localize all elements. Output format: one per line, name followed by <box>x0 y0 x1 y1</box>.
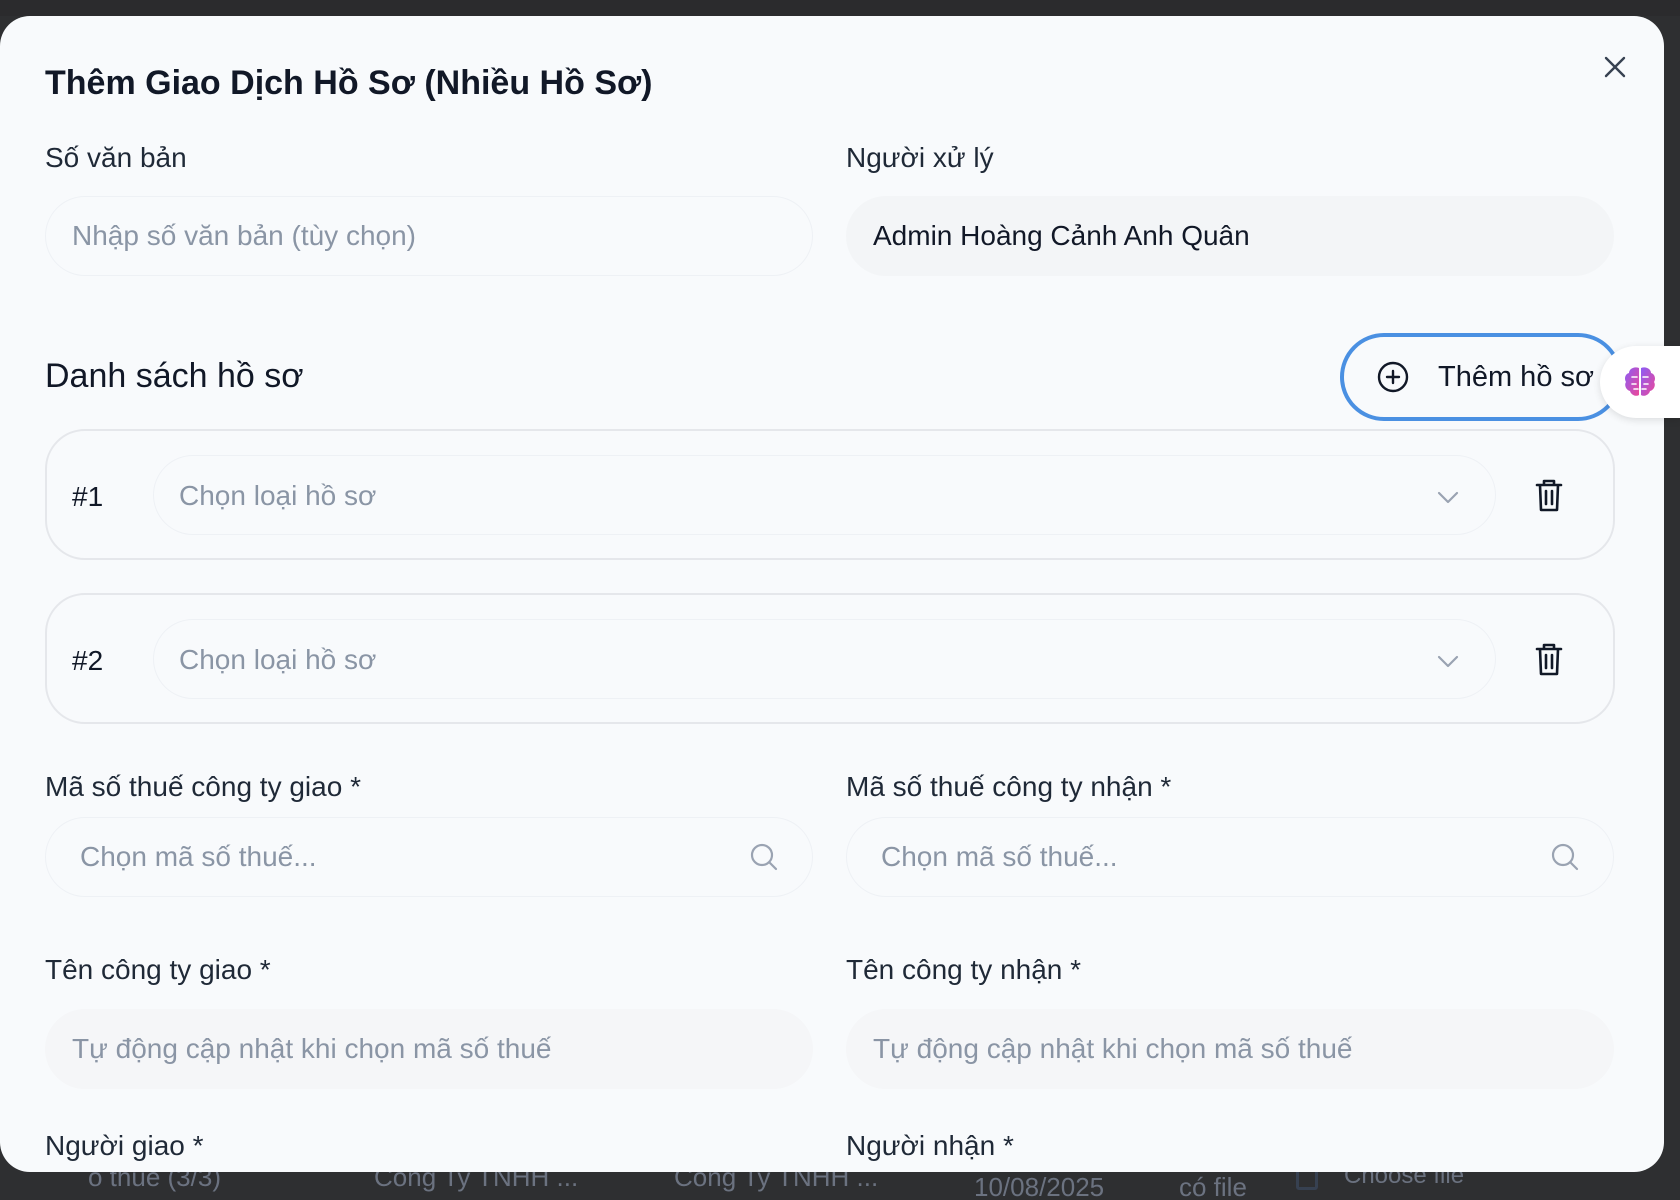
document-item-number: #2 <box>72 645 104 676</box>
sender-company-input[interactable] <box>45 1009 813 1089</box>
receiver-tax-input[interactable] <box>846 817 1614 897</box>
add-document-label: Thêm hồ sơ <box>1438 360 1595 393</box>
plus-circle-icon <box>1377 361 1409 393</box>
background-page-top <box>0 0 1680 16</box>
document-type-select[interactable]: Chọn loại hồ sơ <box>153 455 1496 535</box>
ai-assistant-button[interactable] <box>1600 346 1680 418</box>
documents-section-title: Danh sách hồ sơ <box>45 357 304 395</box>
document-item: #2 Chọn loại hồ sơ <box>45 593 1615 724</box>
document-type-placeholder: Chọn loại hồ sơ <box>179 480 377 511</box>
close-button[interactable] <box>1598 50 1632 84</box>
chevron-down-icon <box>1437 655 1459 668</box>
document-item-number: #1 <box>72 481 104 512</box>
add-transaction-modal: Thêm Giao Dịch Hồ Sơ (Nhiều Hồ Sơ) Số vă… <box>0 16 1664 1172</box>
handler-input[interactable] <box>846 196 1614 276</box>
sender-tax-label: Mã số thuế công ty giao * <box>45 771 361 802</box>
search-icon <box>1551 843 1579 871</box>
receiver-person-label: Người nhận * <box>846 1130 1014 1161</box>
document-type-placeholder: Chọn loại hồ sơ <box>179 644 377 675</box>
receiver-tax-label: Mã số thuế công ty nhận * <box>846 771 1172 802</box>
close-icon <box>1604 56 1626 78</box>
bg-cell-file-status: có file <box>1179 1172 1247 1200</box>
receiver-company-input[interactable] <box>846 1009 1614 1089</box>
search-icon <box>750 843 778 871</box>
add-document-button[interactable]: Thêm hồ sơ <box>1340 333 1622 421</box>
document-number-label: Số văn bản <box>45 142 187 173</box>
trash-icon[interactable] <box>1533 641 1565 677</box>
document-item: #1 Chọn loại hồ sơ <box>45 429 1615 560</box>
document-type-select[interactable]: Chọn loại hồ sơ <box>153 619 1496 699</box>
document-number-input[interactable] <box>45 196 813 276</box>
modal-title: Thêm Giao Dịch Hồ Sơ (Nhiều Hồ Sơ) <box>45 64 653 102</box>
chevron-down-icon <box>1437 491 1459 504</box>
sender-company-label: Tên công ty giao * <box>45 954 271 985</box>
sender-tax-input[interactable] <box>45 817 813 897</box>
receiver-company-label: Tên công ty nhận * <box>846 954 1082 985</box>
bg-cell-date: 10/08/2025 <box>974 1172 1105 1200</box>
sender-person-label: Người giao * <box>45 1130 204 1161</box>
brain-icon <box>1625 367 1655 396</box>
trash-icon[interactable] <box>1533 477 1565 513</box>
handler-label: Người xử lý <box>846 142 994 173</box>
